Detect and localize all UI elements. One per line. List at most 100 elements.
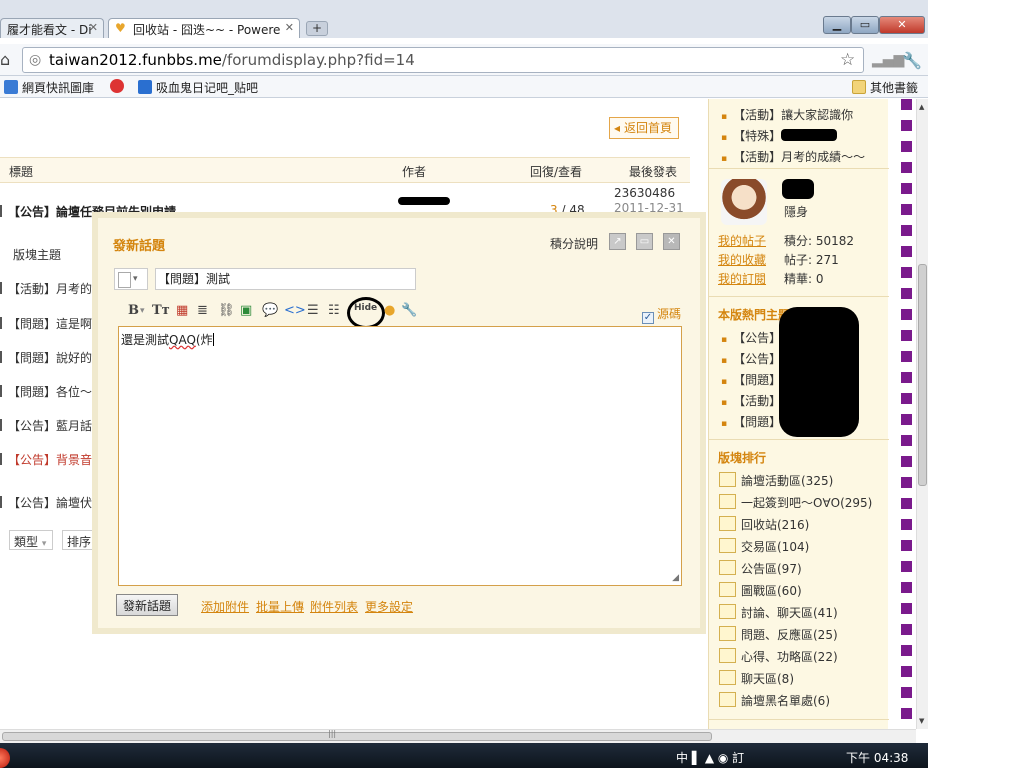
scroll-down-icon[interactable]: ▼ <box>919 717 924 725</box>
close-tab-icon[interactable]: ✕ <box>89 21 98 34</box>
other-bookmarks[interactable]: 其他書籤 <box>852 79 918 96</box>
maximize-button[interactable]: ▭ <box>851 16 879 34</box>
bookmark-tieba[interactable]: 吸血鬼日记吧_贴吧 <box>138 79 258 96</box>
add-attachment-link[interactable]: 添加附件 <box>201 598 249 615</box>
board-item[interactable]: 公告區(97) <box>719 560 802 577</box>
hot-topic-item[interactable]: 【公告】 <box>721 329 781 346</box>
hide-highlight-circle <box>347 297 385 329</box>
wrench-icon[interactable]: 🔧 <box>902 51 922 70</box>
image-icon[interactable]: ▣ <box>240 303 252 318</box>
avatar[interactable] <box>721 179 767 225</box>
my-favorites-link[interactable]: 我的收藏 <box>718 251 766 268</box>
sidebar-top-item[interactable]: 【特殊】 <box>721 127 781 144</box>
topic-type-select[interactable]: ▾ <box>114 268 148 290</box>
thread-row[interactable]: 【公告】論壇伏 <box>0 494 92 511</box>
address-host: taiwan2012.funbbs.me <box>49 51 222 69</box>
other-bookmarks-label: 其他書籤 <box>870 81 919 95</box>
thread-row[interactable]: 【活動】月考的 <box>0 280 92 297</box>
font-size-icon[interactable]: Tт <box>152 303 170 318</box>
new-topic-dialog: 發新話題 積分說明 ↗ ▭ ✕ ▾ 【問題】測試 B ▾ Tт ▦ ≣ ⛓ ▣ … <box>92 212 706 634</box>
chevron-down-icon[interactable]: ▾ <box>140 306 145 316</box>
address-bar[interactable]: ◎ taiwan2012.funbbs.me/forumdisplay.php?… <box>22 47 864 73</box>
batch-upload-link[interactable]: 批量上傳 <box>256 598 304 615</box>
more-settings-link[interactable]: 更多設定 <box>365 598 413 615</box>
type-filter[interactable]: 類型 ▾ <box>9 530 53 550</box>
resize-grip-icon[interactable]: ◢ <box>672 573 679 583</box>
credit-info-link[interactable]: 積分說明 <box>550 235 598 252</box>
popout-icon[interactable]: ↗ <box>609 233 626 250</box>
type-filter-label: 類型 <box>14 535 39 549</box>
align-icon[interactable]: ≣ <box>197 303 208 318</box>
sidebar-top-item[interactable]: 【活動】月考的成績～～ <box>721 148 865 165</box>
board-item[interactable]: 圖戰區(60) <box>719 582 802 599</box>
posts-stat: 帖子: 271 <box>784 253 839 267</box>
board-item[interactable]: 論壇黑名單處(6) <box>719 692 830 709</box>
bold-icon[interactable]: B <box>128 303 139 318</box>
emoticon-icon[interactable]: ● <box>384 303 395 318</box>
eye-icon <box>110 79 124 93</box>
board-item[interactable]: 論壇活動區(325) <box>719 472 833 489</box>
close-tab-icon[interactable]: ✕ <box>285 21 294 34</box>
vertical-scrollbar[interactable]: ▲ ▼ <box>916 99 928 729</box>
color-icon[interactable]: ▦ <box>176 303 188 318</box>
my-subscriptions-link[interactable]: 我的訂閱 <box>718 270 766 287</box>
hot-topic-item[interactable]: 【公告】 <box>721 350 781 367</box>
bookmark-label: 網頁快訊圖庫 <box>22 81 95 95</box>
minimize-button[interactable]: ▁ <box>823 16 851 34</box>
thread-row[interactable]: 【問題】說好的 <box>0 349 92 366</box>
close-window-button[interactable]: ✕ <box>879 16 925 34</box>
board-item[interactable]: 討論、聊天區(41) <box>719 604 838 621</box>
board-item[interactable]: 問題、反應區(25) <box>719 626 838 643</box>
hot-topic-item[interactable]: 【活動】 <box>721 392 781 409</box>
source-mode-checkbox[interactable]: ✓ 源碼 <box>642 305 681 324</box>
signal-bars-icon[interactable]: ▂▄▆ <box>872 52 904 68</box>
tools-icon[interactable]: 🔧 <box>401 303 417 318</box>
thread-row[interactable]: 【公告】背景音 <box>0 451 92 468</box>
maximize-icon[interactable]: ▭ <box>636 233 653 250</box>
tab-2[interactable]: ♥ 回收站 - 囧迭~~ - Powere ✕ <box>108 18 300 38</box>
clock[interactable]: 下午 04:38 <box>846 749 908 766</box>
thread-row-text: 【活動】月考的 <box>8 282 92 296</box>
bookmark-red[interactable] <box>110 79 128 94</box>
ordered-list-icon[interactable]: ☰ <box>307 303 319 318</box>
hot-topic-item[interactable]: 【問題】 <box>721 371 781 388</box>
folder-icon <box>852 80 866 94</box>
quote-icon[interactable]: 💬 <box>262 303 278 318</box>
horizontal-scrollbar[interactable]: ||| <box>0 729 916 743</box>
back-home-button[interactable]: 返回首頁 <box>609 117 679 139</box>
my-posts-link[interactable]: 我的帖子 <box>718 232 766 249</box>
new-tab-button[interactable]: + <box>306 21 328 36</box>
board-ranking-title: 版塊排行 <box>718 451 767 465</box>
scroll-up-icon[interactable]: ▲ <box>919 103 924 111</box>
start-button[interactable] <box>0 748 10 768</box>
submit-topic-button[interactable]: 發新話題 <box>116 594 178 616</box>
thread-row[interactable]: 【公告】藍月話 <box>0 417 92 434</box>
list-icon[interactable]: ☷ <box>328 303 340 318</box>
sidebar-top-item[interactable]: 【活動】讓大家認識你 <box>721 106 853 123</box>
board-item[interactable]: 回收站(216) <box>719 516 809 533</box>
page-content: 返回首頁 標題 作者 回復/查看 最後發表 【公告】論壇任務目前先別申請 3 /… <box>0 99 916 729</box>
system-tray[interactable]: 中 ▌ ▲ ◉ 訂 <box>676 749 744 766</box>
hot-topic-item[interactable]: 【問題】 <box>721 413 781 430</box>
board-item[interactable]: 交易區(104) <box>719 538 809 555</box>
thread-row[interactable]: 【問題】各位～ <box>0 383 92 400</box>
home-icon[interactable]: ⌂ <box>0 50 10 69</box>
checkbox-icon: ✓ <box>642 312 654 324</box>
scroll-thumb[interactable] <box>2 732 712 741</box>
attachment-list-link[interactable]: 附件列表 <box>310 598 358 615</box>
body-text-misspelled: QAQ <box>169 333 196 347</box>
post-body-editor[interactable]: 還是測試QAQ(炸 ◢ <box>118 326 682 586</box>
board-item[interactable]: 一起簽到吧～O∀O(295) <box>719 494 872 511</box>
scroll-thumb[interactable] <box>918 264 927 486</box>
bookmarks-bar: 網頁快訊圖庫 吸血鬼日记吧_贴吧 其他書籤 <box>0 76 928 98</box>
star-icon[interactable]: ☆ <box>840 50 855 70</box>
subject-input[interactable]: 【問題】測試 <box>155 268 416 290</box>
bookmark-webslice[interactable]: 網頁快訊圖庫 <box>4 79 94 96</box>
close-icon[interactable]: ✕ <box>663 233 680 250</box>
thread-row[interactable]: 【問題】這是啊 <box>0 315 92 332</box>
code-icon[interactable]: <> <box>284 303 306 318</box>
link-icon[interactable]: ⛓ <box>218 303 235 318</box>
board-item[interactable]: 心得、功略區(22) <box>719 648 838 665</box>
tab-1[interactable]: 履才能看文 - Di ✕ <box>0 18 104 38</box>
board-item[interactable]: 聊天區(8) <box>719 670 794 687</box>
